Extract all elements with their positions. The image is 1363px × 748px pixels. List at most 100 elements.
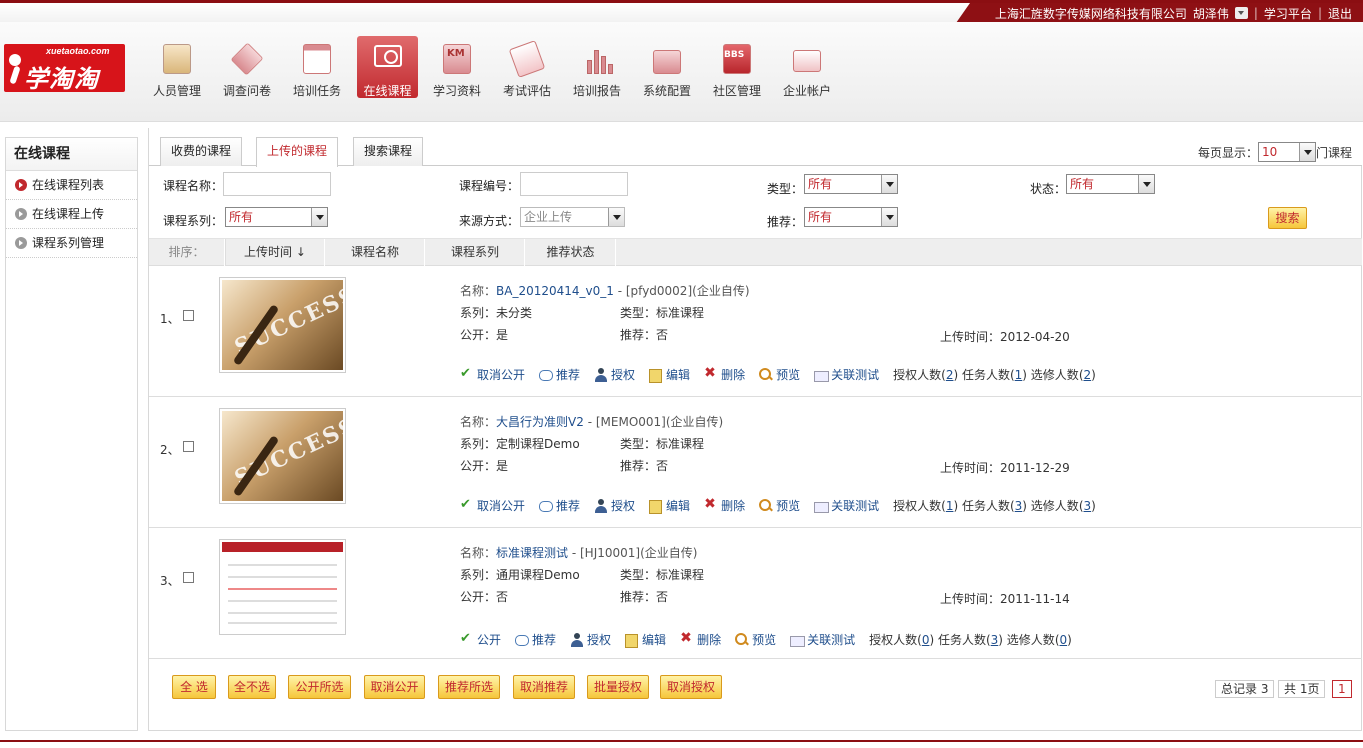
preview-action[interactable]: 预览 — [735, 631, 776, 648]
task-count-link[interactable]: 3 — [991, 633, 999, 647]
nav-learning-material[interactable]: KM 学习资料 — [422, 36, 492, 98]
link-test-action[interactable]: 关联测试 — [814, 497, 879, 514]
edit-action[interactable]: 编辑 — [649, 497, 690, 514]
toggle-public-action[interactable]: 取消公开 — [460, 497, 525, 514]
nav-label: 人员管理 — [152, 84, 201, 98]
sort-course-series[interactable]: 课程系列 — [426, 239, 525, 266]
series-label: 系列： — [460, 568, 497, 582]
preview-action[interactable]: 预览 — [759, 366, 800, 383]
task-count-link[interactable]: 1 — [1015, 368, 1023, 382]
course-title-link[interactable]: BA_20120414_v0_1 — [496, 284, 614, 298]
sidebar-item-course-upload[interactable]: 在线课程上传 — [6, 200, 137, 229]
exam-icon — [507, 40, 547, 78]
course-actions: 取消公开 推荐 授权 编辑 删除 预览 关联测试授权人数(1) 任务人数(3) 选修人数(3… — [460, 496, 1096, 514]
auth-count-link[interactable]: 1 — [946, 499, 954, 513]
recommend-label: 推荐： — [767, 215, 804, 229]
course-type: 标准课程 — [656, 568, 705, 582]
edit-action[interactable]: 编辑 — [649, 366, 690, 383]
nav-survey[interactable]: 调查问卷 — [212, 36, 282, 98]
authorize-action[interactable]: 授权 — [594, 497, 635, 514]
user-name[interactable]: 胡泽伟 — [1193, 5, 1229, 22]
course-source: (企业自传) — [665, 415, 724, 429]
course-code-input[interactable] — [520, 172, 628, 196]
authorize-action[interactable]: 授权 — [594, 366, 635, 383]
course-thumbnail[interactable] — [219, 539, 346, 635]
delete-action[interactable]: 删除 — [704, 496, 745, 514]
recommend-action[interactable]: 推荐 — [539, 497, 580, 514]
course-title-link[interactable]: 标准课程测试 — [496, 546, 568, 560]
elective-count-link[interactable]: 0 — [1060, 633, 1068, 647]
course-title-link[interactable]: 大昌行为准则V2 — [496, 415, 584, 429]
user-dropdown-icon[interactable] — [1234, 7, 1248, 19]
learning-platform-link[interactable]: 学习平台 — [1264, 5, 1312, 22]
tab-uploaded-courses[interactable]: 上传的课程 — [256, 137, 339, 167]
elective-count-link[interactable]: 2 — [1084, 368, 1092, 382]
preview-action[interactable]: 预览 — [759, 497, 800, 514]
sort-upload-time[interactable]: 上传时间 ↓ — [225, 239, 325, 266]
auth-count-link[interactable]: 2 — [946, 368, 954, 382]
tab-paid-courses[interactable]: 收费的课程 — [160, 137, 243, 166]
link-test-action[interactable]: 关联测试 — [814, 366, 879, 383]
logout-link[interactable]: 退出 — [1328, 5, 1352, 22]
series-select[interactable]: 所有 — [225, 207, 328, 227]
toggle-public-action[interactable]: 公开 — [460, 631, 501, 648]
unrecommend-button[interactable]: 取消推荐 — [513, 675, 575, 699]
recommend-action[interactable]: 推荐 — [539, 366, 580, 383]
arrow-circle-icon — [15, 237, 27, 249]
course-upload-time: 2011-12-29 — [1000, 461, 1070, 475]
type-select[interactable]: 所有 — [804, 174, 898, 194]
deselect-all-button[interactable]: 全不选 — [228, 675, 276, 699]
per-page-select[interactable]: 10 — [1257, 142, 1316, 162]
status-select[interactable]: 所有 — [1066, 174, 1155, 194]
bulk-authorize-button[interactable]: 批量授权 — [587, 675, 649, 699]
source-value: 企业上传 — [524, 210, 573, 224]
sidebar-item-series-manage[interactable]: 课程系列管理 — [6, 229, 137, 258]
page-1-link[interactable]: 1 — [1332, 680, 1352, 698]
nav-community[interactable]: BBS 社区管理 — [702, 36, 772, 98]
row-checkbox[interactable] — [183, 572, 194, 583]
nav-training-report[interactable]: 培训报告 — [562, 36, 632, 98]
nav-label: 培训任务 — [292, 84, 341, 98]
logo[interactable]: xuetaotao.com 学淘淘 — [4, 44, 125, 92]
nav-training-task[interactable]: 培训任务 — [282, 36, 352, 98]
row-checkbox[interactable] — [183, 441, 194, 452]
elective-count-link[interactable]: 3 — [1084, 499, 1092, 513]
source-label: 来源方式： — [459, 214, 520, 228]
speech-bubble-icon — [539, 499, 554, 513]
unpublish-button[interactable]: 取消公开 — [364, 675, 425, 699]
nav-system-config[interactable]: 系统配置 — [632, 36, 702, 98]
course-thumbnail[interactable]: SUCCESS — [219, 408, 346, 504]
course-thumbnail[interactable]: SUCCESS — [219, 277, 346, 373]
task-count-link[interactable]: 3 — [1015, 499, 1023, 513]
sidebar-item-course-list[interactable]: 在线课程列表 — [6, 171, 137, 200]
tab-search-courses[interactable]: 搜索课程 — [353, 137, 424, 166]
recommend-select[interactable]: 所有 — [804, 207, 898, 227]
select-all-button[interactable]: 全 选 — [172, 675, 216, 699]
nav-enterprise-account[interactable]: 企业帐户 — [772, 36, 842, 98]
auth-count-link[interactable]: 0 — [922, 633, 930, 647]
revoke-authorize-button[interactable]: 取消授权 — [660, 675, 722, 699]
authorize-action[interactable]: 授权 — [570, 631, 611, 648]
edit-action[interactable]: 编辑 — [625, 631, 666, 648]
recommend-action[interactable]: 推荐 — [515, 631, 556, 648]
nav-people[interactable]: 人员管理 — [142, 36, 212, 98]
sidebar-item-label: 课程系列管理 — [32, 236, 105, 250]
publish-selected-button[interactable]: 公开所选 — [288, 675, 351, 699]
delete-action[interactable]: 删除 — [680, 630, 721, 648]
search-button[interactable]: 搜索 — [1268, 207, 1307, 229]
nav-exam[interactable]: 考试评估 — [492, 36, 562, 98]
sort-recommend-status[interactable]: 推荐状态 — [526, 239, 616, 266]
type-label: 类型： — [620, 568, 657, 582]
bbs-icon: BBS — [717, 40, 757, 78]
nav-online-course[interactable]: 在线课程 — [357, 36, 418, 98]
recommend-selected-button[interactable]: 推荐所选 — [438, 675, 500, 699]
row-checkbox[interactable] — [183, 310, 194, 321]
sort-course-name[interactable]: 课程名称 — [326, 239, 425, 266]
toggle-public-action[interactable]: 取消公开 — [460, 366, 525, 383]
delete-action[interactable]: 删除 — [704, 365, 745, 383]
link-test-action[interactable]: 关联测试 — [790, 631, 855, 648]
course-name-input[interactable] — [223, 172, 331, 196]
course-series: 通用课程Demo — [496, 568, 580, 582]
header: xuetaotao.com 学淘淘 人员管理 调查问卷 培训任务 在线课程 KM… — [0, 22, 1363, 122]
speech-bubble-icon — [515, 633, 530, 647]
